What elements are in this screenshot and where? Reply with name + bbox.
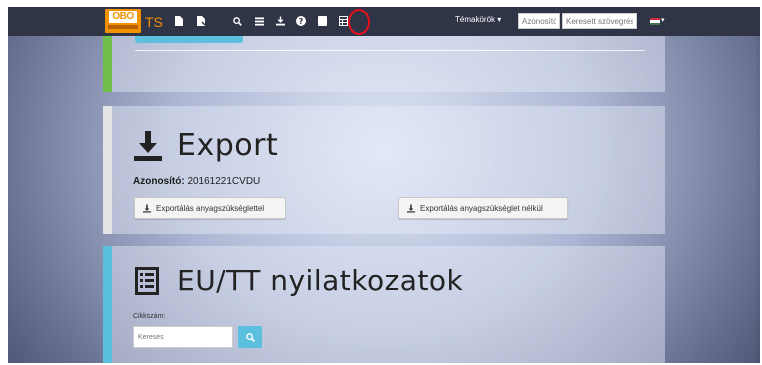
button-label: Exportálás anyagszükséglettel bbox=[156, 203, 265, 213]
file-icon[interactable] bbox=[173, 15, 185, 27]
id-line: Azonosító: 20161221CVDU bbox=[133, 176, 260, 187]
topics-dropdown[interactable]: Témakörök ▾ bbox=[455, 15, 501, 24]
download-icon bbox=[407, 204, 415, 212]
browser-viewport: OBO TS ? Témakörök ▾ Azonosító Keresett … bbox=[8, 7, 760, 363]
app-name: TS bbox=[145, 14, 163, 30]
file-flag-icon[interactable] bbox=[195, 15, 207, 27]
export-panel: Export Azonosító: 20161221CVDU Exportálá… bbox=[103, 106, 665, 234]
logo-text: OBO bbox=[109, 11, 137, 23]
list-icon[interactable] bbox=[253, 15, 265, 27]
language-caret-icon[interactable]: ▾ bbox=[661, 16, 665, 24]
help-icon[interactable]: ? bbox=[295, 15, 307, 27]
declarations-heading: EU/TT nyilatkozatok bbox=[133, 264, 463, 297]
id-input[interactable] bbox=[518, 13, 560, 29]
top-navbar: OBO TS ? Témakörök ▾ Azonosító Keresett … bbox=[8, 7, 760, 36]
article-search-input[interactable] bbox=[133, 326, 233, 348]
previous-section-panel bbox=[103, 36, 665, 92]
export-with-materials-button[interactable]: Exportálás anyagszükséglettel bbox=[134, 197, 286, 219]
search-button[interactable] bbox=[238, 326, 262, 348]
search-icon bbox=[245, 332, 255, 342]
download-icon bbox=[143, 204, 151, 212]
logo-underline bbox=[108, 25, 138, 29]
section-title: EU/TT nyilatkozatok bbox=[177, 264, 464, 297]
divider bbox=[135, 50, 645, 51]
section-accent-bar bbox=[103, 106, 112, 234]
scrollbar[interactable] bbox=[756, 36, 760, 363]
section-accent-bar bbox=[103, 36, 112, 92]
book-icon[interactable] bbox=[316, 15, 328, 27]
id-label: Azonosító: bbox=[133, 176, 185, 187]
search-icon[interactable] bbox=[231, 15, 243, 27]
export-heading: Export bbox=[133, 128, 278, 163]
hu-flag-icon[interactable] bbox=[650, 18, 660, 25]
section-title: Export bbox=[177, 128, 279, 163]
id-value: 20161221CVDU bbox=[187, 176, 261, 187]
article-number-label: Cikkszám: bbox=[133, 313, 166, 320]
button-label: Exportálás anyagszükséglet nélkül bbox=[420, 203, 543, 213]
svg-text:?: ? bbox=[299, 17, 304, 26]
list-alt-icon bbox=[133, 266, 161, 296]
export-without-materials-button[interactable]: Exportálás anyagszükséglet nélkül bbox=[398, 197, 568, 219]
section-button-remnant[interactable] bbox=[135, 36, 243, 43]
download-icon bbox=[133, 130, 163, 161]
section-accent-bar bbox=[103, 246, 112, 363]
obo-logo[interactable]: OBO bbox=[105, 9, 141, 33]
highlight-circle bbox=[348, 9, 370, 35]
download-icon[interactable] bbox=[274, 15, 286, 27]
declarations-panel: EU/TT nyilatkozatok Cikkszám: bbox=[103, 246, 665, 363]
text-search-input[interactable] bbox=[562, 13, 637, 29]
